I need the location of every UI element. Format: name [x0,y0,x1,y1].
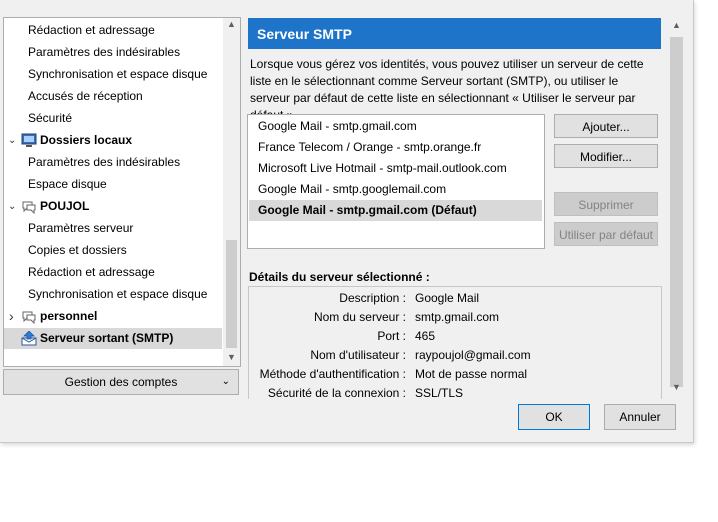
account-actions-button[interactable]: Gestion des comptes ⌄ [3,369,239,395]
tree-item[interactable]: ⌄ POUJOL [4,196,222,217]
tree-item-label: Copies et dossiers [28,243,127,257]
tree-item-label: Paramètres des indésirables [28,155,181,169]
chevron-down-icon[interactable]: ⌄ [8,196,16,217]
cancel-label: Annuler [619,410,661,424]
detail-row: Nom d'utilisateur : raypoujol@gmail.com [249,346,661,365]
cancel-button[interactable]: Annuler [604,404,676,430]
detail-key: Méthode d'authentification : [259,367,406,381]
detail-key: Port : [377,329,406,343]
detail-value: Google Mail [415,291,480,305]
edit-server-label: Modifier... [579,150,633,164]
tree-item[interactable]: Espace disque [4,174,222,195]
detail-value: Mot de passe normal [415,367,528,381]
add-server-button[interactable]: Ajouter... [554,114,658,138]
server-details-panel: Description : Google Mail Nom du serveur :… [248,286,662,399]
smtp-server-list[interactable]: Google Mail - smtp.gmail.com France Telec… [247,114,545,249]
chevron-down-icon[interactable]: ⌄ [8,130,16,151]
detail-row: Description : Google Mail [249,289,661,308]
account-settings-dialog: ▲ ▼ Rédaction et adressage Paramètres des… [0,0,694,443]
detail-row: Sécurité de la connexion : SSL/TLS [249,384,661,399]
tree-item-label: Synchronisation et espace disque [28,67,208,81]
detail-key: Nom du serveur : [313,310,406,324]
detail-value: smtp.gmail.com [415,310,500,324]
server-list-item[interactable]: Google Mail - smtp.gmail.com [249,116,542,137]
local-folders-icon [21,133,37,148]
detail-row: Méthode d'authentification : Mot de passe… [249,365,661,384]
account-tree[interactable]: ▲ ▼ Rédaction et adressage Paramètres des… [3,17,241,367]
page-scrollbar[interactable]: ▲ ▼ [668,18,685,398]
tree-item-label: Serveur sortant (SMTP) [40,331,174,345]
tree-item[interactable]: Synchronisation et espace disque [4,284,222,305]
newsgroup-account-icon [21,199,37,215]
top-strip [0,0,693,10]
chevron-right-icon[interactable]: › [9,306,14,327]
tree-item-label: Rédaction et adressage [28,265,155,279]
detail-row: Port : 465 [249,327,661,346]
tree-item[interactable]: Paramètres des indésirables [4,152,222,173]
tree-item-label: POUJOL [40,199,90,213]
tree-item[interactable]: Paramètres serveur [4,218,222,239]
tree-item-label: Rédaction et adressage [28,23,155,37]
tree-item[interactable]: › personnel [4,306,222,327]
add-server-label: Ajouter... [582,120,630,134]
detail-value: raypoujol@gmail.com [415,348,531,362]
details-title: Détails du serveur sélectionné : [249,270,430,284]
tree-item-label: Synchronisation et espace disque [28,287,208,301]
edit-server-button[interactable]: Modifier... [554,144,658,168]
tree-item[interactable]: Rédaction et adressage [4,20,222,41]
scroll-up-icon[interactable]: ▲ [227,19,236,29]
server-list-item[interactable]: Google Mail - smtp.googlemail.com [249,179,542,200]
detail-value: SSL/TLS [415,386,464,399]
tree-item[interactable]: Synchronisation et espace disque [4,64,222,85]
detail-row: Nom du serveur : smtp.gmail.com [249,308,661,327]
set-default-button[interactable]: Utiliser par défaut [554,222,658,246]
remove-server-button[interactable]: Supprimer [554,192,658,216]
tree-item[interactable]: Sécurité [4,108,222,129]
scroll-down-icon[interactable]: ▼ [227,352,236,362]
tree-item-label: Paramètres serveur [28,221,134,235]
ok-button[interactable]: OK [518,404,590,430]
tree-item-label: Espace disque [28,177,107,191]
newsgroup-account-icon [21,309,37,325]
detail-key: Sécurité de la connexion : [267,386,406,399]
server-list-item[interactable]: Microsoft Live Hotmail - smtp-mail.outlo… [249,158,542,179]
page-title: Serveur SMTP [248,18,661,49]
remove-server-label: Supprimer [578,198,634,212]
tree-item[interactable]: Serveur sortant (SMTP) [4,328,222,349]
tree-item-label: Accusés de réception [28,89,143,103]
ok-label: OK [545,410,563,424]
detail-key: Nom d'utilisateur : [310,348,406,362]
scroll-up-icon[interactable]: ▲ [672,20,681,30]
tree-scrollbar[interactable]: ▲ ▼ [223,18,240,366]
tree-item-label: personnel [40,309,98,323]
outgoing-server-icon [21,330,37,346]
detail-value: 465 [415,329,436,343]
page-scroll-thumb[interactable] [670,37,683,387]
tree-scroll-thumb[interactable] [226,240,237,348]
tree-item[interactable]: Accusés de réception [4,86,222,107]
scroll-down-icon[interactable]: ▼ [672,382,681,392]
tree-item[interactable]: Rédaction et adressage [4,262,222,283]
tree-item-label: Paramètres des indésirables [28,45,181,59]
tree-item-label: Dossiers locaux [40,133,133,147]
tree-item[interactable]: ⌄ Dossiers locaux [4,130,222,151]
server-list-item[interactable]: Google Mail - smtp.gmail.com (Défaut) [249,200,542,221]
tree-item-label: Sécurité [28,111,73,125]
tree-item[interactable]: Copies et dossiers [4,240,222,261]
detail-key: Description : [339,291,406,305]
set-default-label: Utiliser par défaut [558,228,654,242]
server-list-item[interactable]: France Telecom / Orange - smtp.orange.fr [249,137,542,158]
tree-item[interactable]: Paramètres des indésirables [4,42,222,63]
account-actions-label: Gestion des comptes [64,375,178,389]
chevron-down-icon: ⌄ [221,376,230,387]
